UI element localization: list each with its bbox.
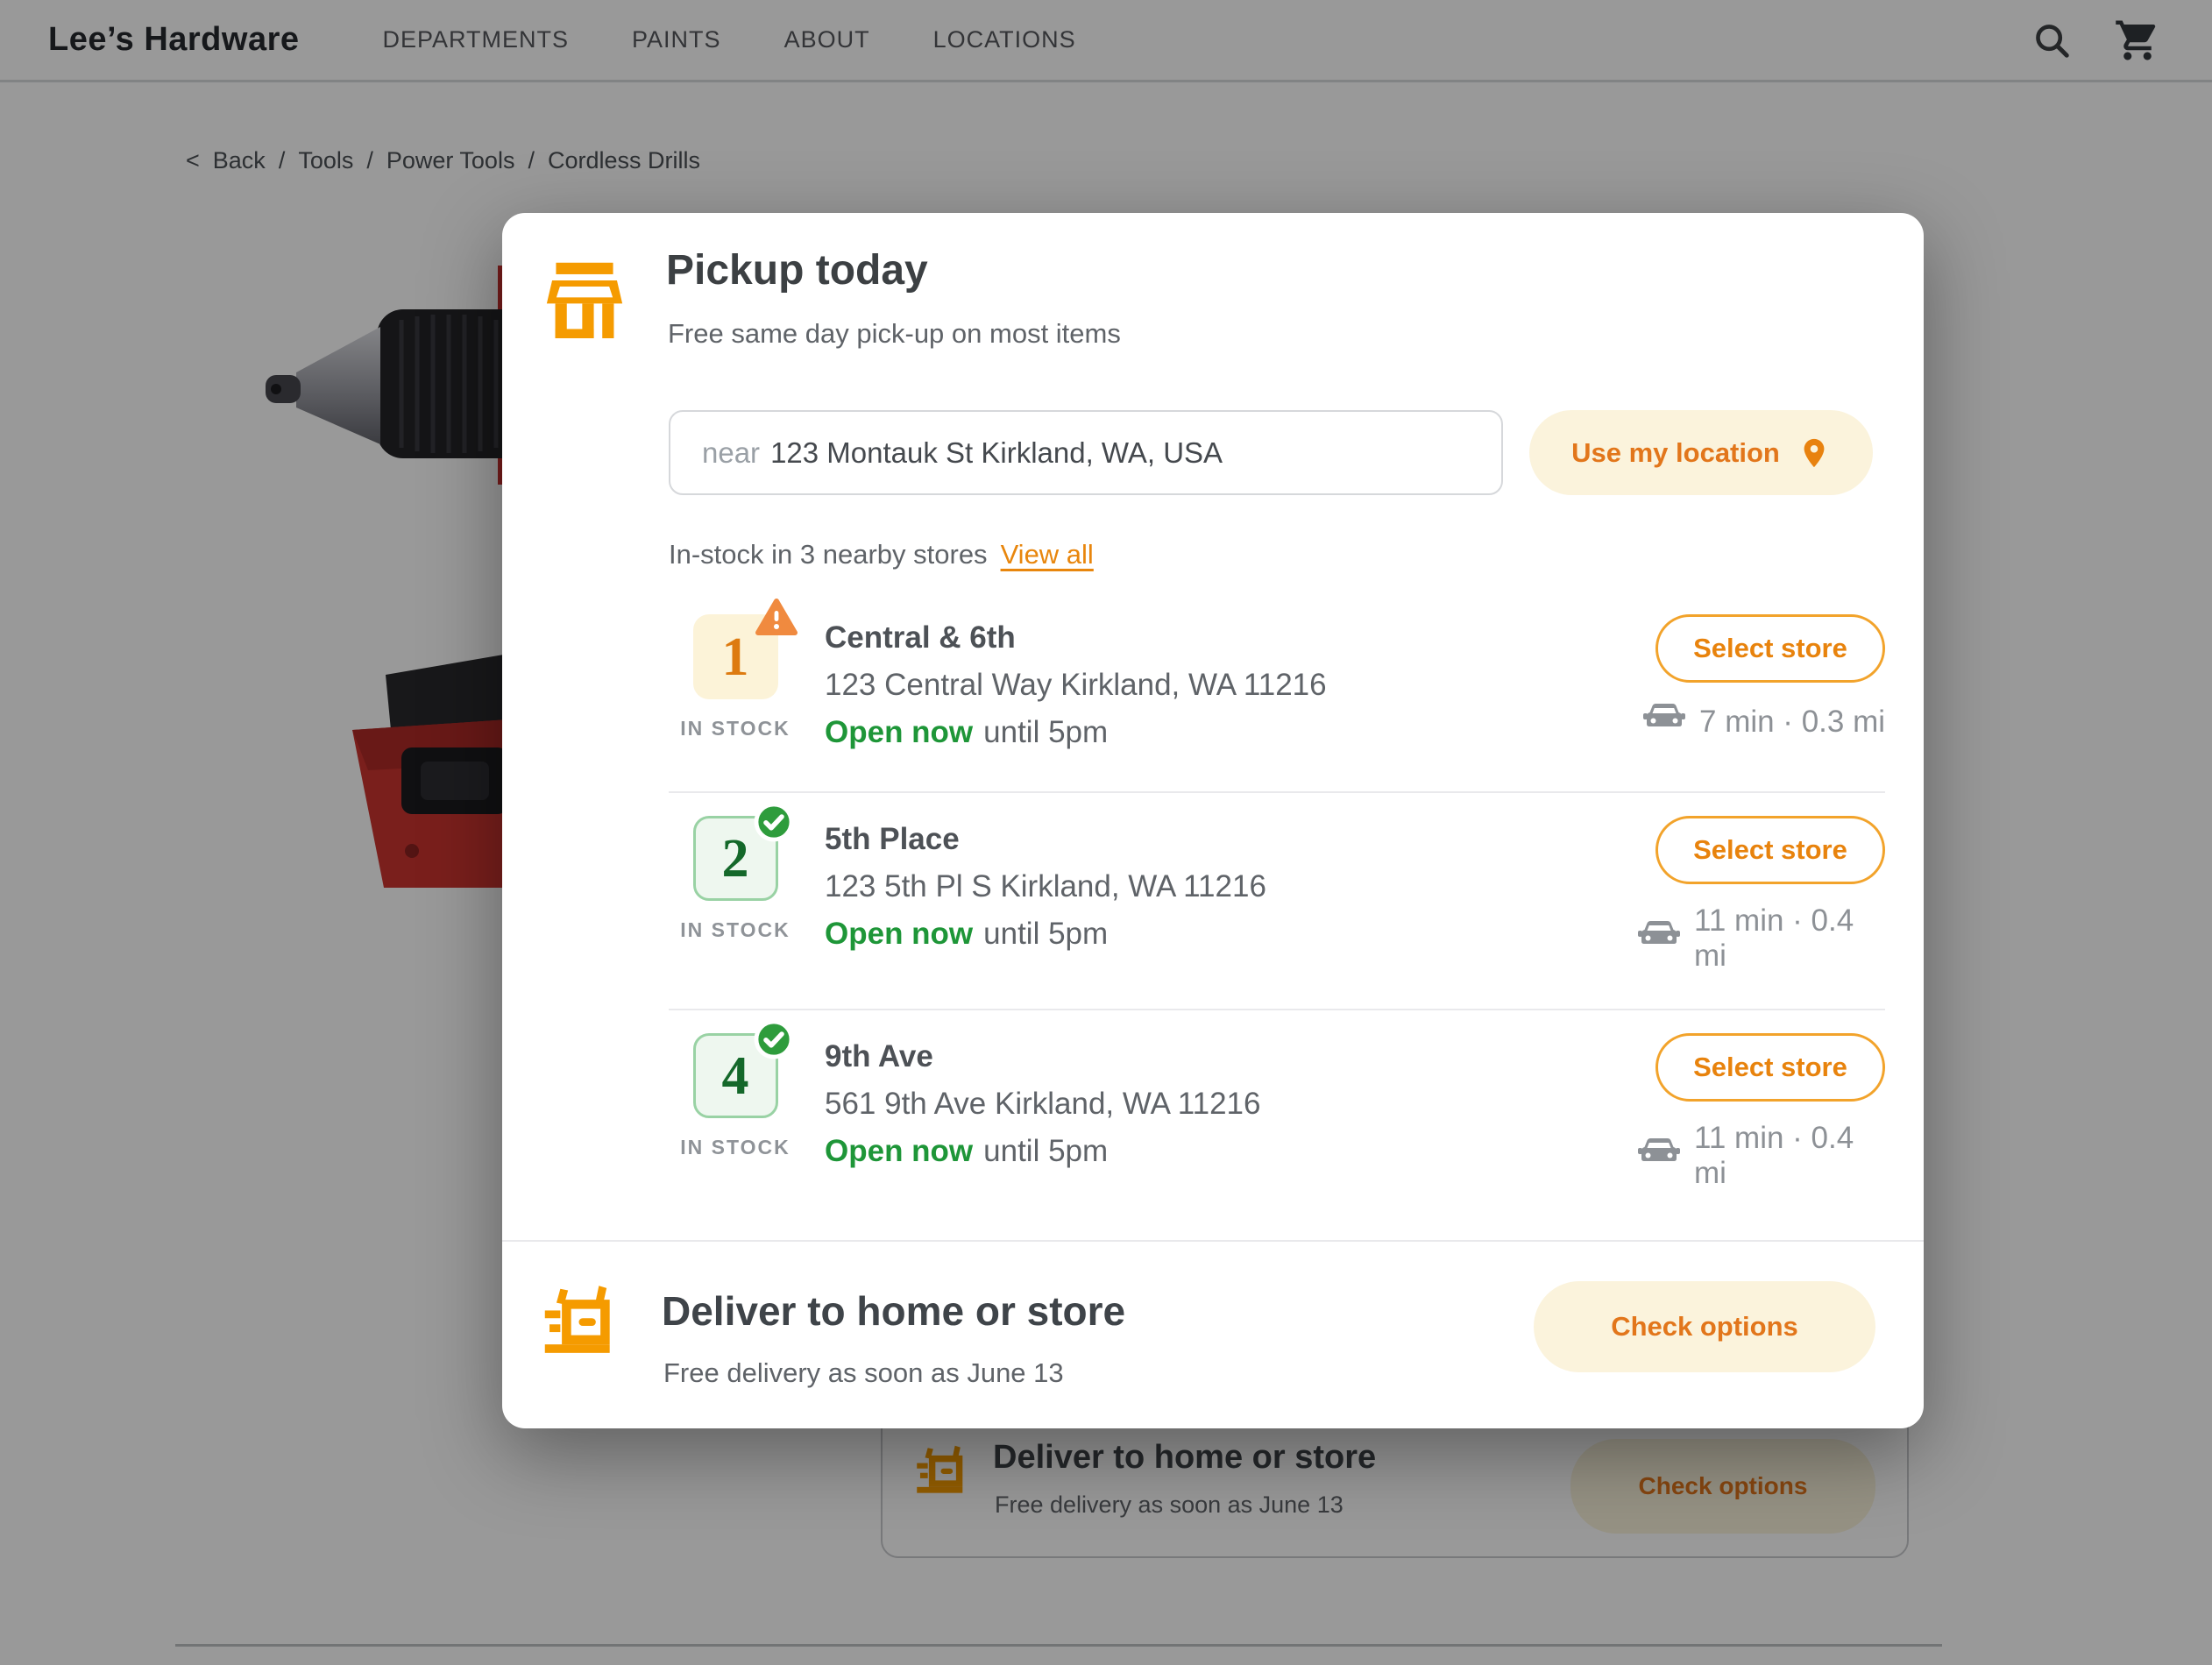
stock-count-badge: 1 (693, 614, 778, 699)
in-stock-label: IN STOCK (680, 918, 790, 942)
stock-count-badge: 2 (693, 816, 778, 901)
car-icon (1638, 1137, 1680, 1176)
store-name: 9th Ave (825, 1033, 1638, 1080)
check-options-button[interactable]: Check options (1534, 1281, 1875, 1372)
page: Lee’s Hardware DEPARTMENTS PAINTS ABOUT … (0, 0, 2212, 1665)
in-stock-label: IN STOCK (680, 717, 790, 740)
stock-count: 2 (722, 832, 749, 886)
store-address: 123 Central Way Kirkland, WA 11216 (825, 662, 1638, 709)
drive-time-distance: 11 min · 0.4 mi (1694, 1121, 1885, 1191)
use-my-location-button[interactable]: Use my location (1529, 410, 1873, 495)
store-hours: Open now until 5pm (825, 910, 1638, 958)
select-store-button[interactable]: Select store (1655, 1033, 1885, 1102)
store-info: Central & 6th 123 Central Way Kirkland, … (802, 614, 1638, 756)
delivery-section: Deliver to home or store Free delivery a… (502, 1242, 1924, 1428)
location-input-prefix: near (702, 436, 760, 470)
in-stock-check-icon (753, 1018, 795, 1060)
store-name: Central & 6th (825, 614, 1638, 662)
delivery-dolly-icon (543, 1279, 620, 1361)
drive-time-distance: 7 min · 0.3 mi (1699, 705, 1885, 740)
stock-summary-text: In-stock in 3 nearby stores (669, 539, 988, 570)
store-address: 123 5th Pl S Kirkland, WA 11216 (825, 863, 1638, 910)
store-actions: Select store 11 min · 0.4 mi (1638, 816, 1885, 974)
low-stock-warning-icon (755, 597, 798, 639)
drive-time-distance: 11 min · 0.4 mi (1694, 903, 1885, 974)
stock-badge-column: 4 IN STOCK (669, 1033, 802, 1159)
store-row: 4 IN STOCK 9th Ave 561 9th Ave Kirkland,… (669, 1010, 1885, 1226)
store-list: 1 IN STOCK Central & 6th 123 Central Way… (669, 592, 1885, 1226)
stock-badge-column: 2 IN STOCK (669, 816, 802, 942)
car-icon (1638, 919, 1680, 959)
store-info: 9th Ave 561 9th Ave Kirkland, WA 11216 O… (802, 1033, 1638, 1175)
location-input-value: 123 Montauk St Kirkland, WA, USA (770, 436, 1223, 470)
select-store-button[interactable]: Select store (1655, 614, 1885, 683)
store-actions: Select store 11 min · 0.4 mi (1638, 1033, 1885, 1191)
hours-label: until 5pm (983, 917, 1108, 951)
car-icon (1643, 702, 1685, 741)
store-row: 2 IN STOCK 5th Place 123 5th Pl S Kirkla… (669, 793, 1885, 1010)
storefront-icon (546, 261, 623, 338)
stock-count: 4 (722, 1049, 749, 1103)
stock-count-badge: 4 (693, 1033, 778, 1118)
open-now-label: Open now (825, 715, 973, 749)
delivery-subtitle: Free delivery as soon as June 13 (663, 1357, 1064, 1389)
drive-info: 11 min · 0.4 mi (1638, 1121, 1885, 1191)
open-now-label: Open now (825, 1134, 973, 1168)
in-stock-check-icon (753, 801, 795, 843)
select-store-button[interactable]: Select store (1655, 816, 1885, 884)
store-hours: Open now until 5pm (825, 1128, 1638, 1175)
pickup-modal: Pickup today Free same day pick-up on mo… (502, 213, 1924, 1428)
location-input[interactable]: near 123 Montauk St Kirkland, WA, USA (669, 410, 1503, 495)
store-hours: Open now until 5pm (825, 709, 1638, 756)
store-actions: Select store 7 min · 0.3 mi (1638, 614, 1885, 741)
modal-title: Pickup today (666, 246, 928, 294)
store-name: 5th Place (825, 816, 1638, 863)
hours-label: until 5pm (983, 715, 1108, 749)
drive-info: 7 min · 0.3 mi (1643, 702, 1885, 741)
store-row: 1 IN STOCK Central & 6th 123 Central Way… (669, 592, 1885, 793)
view-all-link[interactable]: View all (1001, 539, 1094, 570)
open-now-label: Open now (825, 917, 973, 951)
store-address: 561 9th Ave Kirkland, WA 11216 (825, 1080, 1638, 1128)
stock-badge-column: 1 IN STOCK (669, 614, 802, 740)
in-stock-label: IN STOCK (680, 1136, 790, 1159)
modal-subtitle: Free same day pick-up on most items (668, 318, 1121, 350)
delivery-title: Deliver to home or store (662, 1287, 1125, 1335)
store-info: 5th Place 123 5th Pl S Kirkland, WA 1121… (802, 816, 1638, 958)
stock-summary: In-stock in 3 nearby stores View all (669, 539, 1094, 570)
use-my-location-label: Use my location (1571, 437, 1780, 469)
location-pin-icon (1797, 436, 1831, 470)
hours-label: until 5pm (983, 1134, 1108, 1168)
stock-count: 1 (722, 630, 749, 684)
drive-info: 11 min · 0.4 mi (1638, 903, 1885, 974)
